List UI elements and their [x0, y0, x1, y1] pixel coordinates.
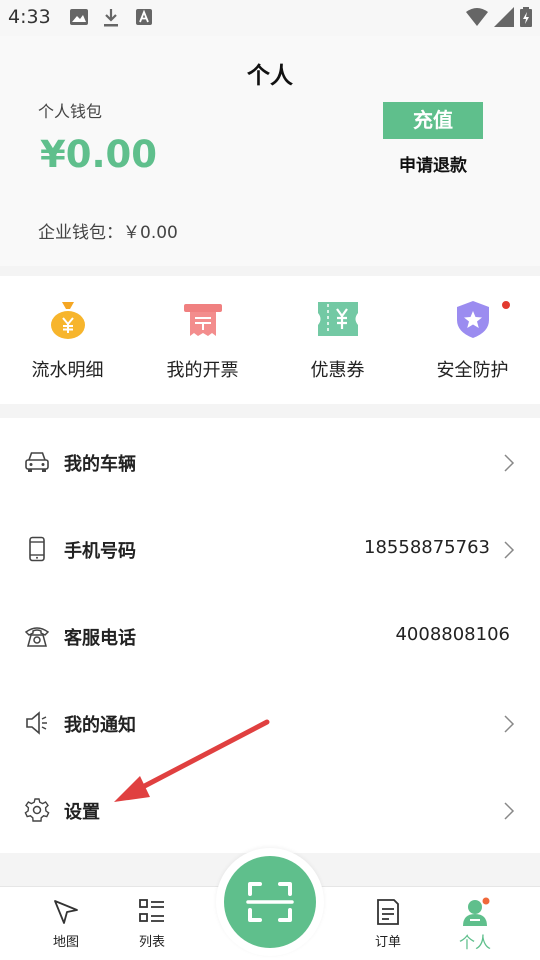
text-notification-icon	[136, 9, 152, 25]
personal-wallet-label: 个人钱包	[38, 102, 103, 121]
phone-icon	[29, 536, 45, 562]
quick-action-transactions[interactable]: 流水明细	[0, 276, 135, 404]
signal-icon	[494, 7, 514, 27]
settings-menu: 我的车辆 手机号码 18558875763 客服电话 4008808106 我的…	[0, 418, 540, 853]
menu-item-label: 设置	[64, 802, 100, 823]
list-icon	[139, 899, 164, 922]
gear-icon	[24, 798, 50, 822]
menu-item-label: 客服电话	[64, 628, 136, 649]
quick-action-label: 流水明细	[31, 360, 104, 381]
quick-actions: 流水明细 我的开票 优惠券 安全防护	[0, 276, 540, 404]
battery-icon	[520, 7, 532, 27]
status-bar: 4:33	[0, 0, 540, 36]
menu-item-label: 手机号码	[64, 541, 136, 562]
speaker-icon	[26, 711, 47, 735]
coupon-icon	[318, 302, 358, 336]
navigation-arrow-icon	[54, 900, 78, 924]
quick-action-coupons[interactable]: 优惠券	[270, 276, 405, 404]
menu-item-settings[interactable]: 设置	[0, 766, 540, 853]
tab-list[interactable]: 列表	[117, 897, 187, 957]
menu-item-notifications[interactable]: 我的通知	[0, 679, 540, 766]
quick-action-label: 优惠券	[310, 360, 365, 381]
service-phone-value: 4008808106	[395, 624, 510, 645]
image-notification-icon	[70, 9, 88, 25]
scan-icon	[246, 882, 294, 922]
recharge-button[interactable]: 充值	[383, 102, 483, 139]
quick-action-label: 我的开票	[166, 360, 239, 381]
order-document-icon	[377, 899, 399, 925]
menu-item-customer-service[interactable]: 客服电话 4008808106	[0, 592, 540, 679]
money-bag-icon	[51, 302, 85, 339]
page-title: 个人	[247, 63, 293, 89]
status-time: 4:33	[8, 6, 51, 28]
chevron-right-icon	[504, 715, 515, 733]
tab-label: 列表	[138, 935, 165, 950]
shield-star-icon	[457, 301, 489, 338]
menu-item-my-vehicles[interactable]: 我的车辆	[0, 418, 540, 505]
quick-action-security[interactable]: 安全防护	[405, 276, 540, 404]
tab-orders[interactable]: 订单	[353, 897, 423, 957]
chevron-right-icon	[504, 802, 515, 820]
tab-label: 订单	[374, 935, 401, 950]
menu-item-label: 我的车辆	[64, 454, 136, 475]
chevron-right-icon	[504, 454, 515, 472]
wifi-icon	[466, 8, 488, 26]
receipt-icon	[184, 304, 222, 336]
phone-number-value: 18558875763	[364, 537, 490, 558]
quick-action-label: 安全防护	[436, 360, 509, 381]
menu-item-label: 我的通知	[64, 715, 136, 736]
scan-button[interactable]	[224, 856, 316, 948]
tab-profile[interactable]: 个人	[440, 897, 510, 957]
security-alert-dot	[502, 301, 510, 309]
menu-item-phone-number[interactable]: 手机号码 18558875763	[0, 505, 540, 592]
corporate-wallet-balance: 企业钱包：￥0.00	[38, 223, 178, 243]
car-icon	[25, 452, 49, 472]
tab-map[interactable]: 地图	[31, 897, 101, 957]
quick-action-invoices[interactable]: 我的开票	[135, 276, 270, 404]
telephone-icon	[24, 627, 50, 647]
wallet-header: 个人 个人钱包 ¥0.00 充值 申请退款 企业钱包：￥0.00	[0, 36, 540, 266]
chevron-right-icon	[504, 541, 515, 559]
tab-label: 地图	[52, 935, 79, 950]
tab-label: 个人	[458, 933, 491, 952]
download-notification-icon	[104, 9, 118, 27]
profile-icon	[463, 897, 490, 926]
refund-button[interactable]: 申请退款	[383, 151, 483, 176]
wallet-balance: ¥0.00	[40, 133, 158, 176]
